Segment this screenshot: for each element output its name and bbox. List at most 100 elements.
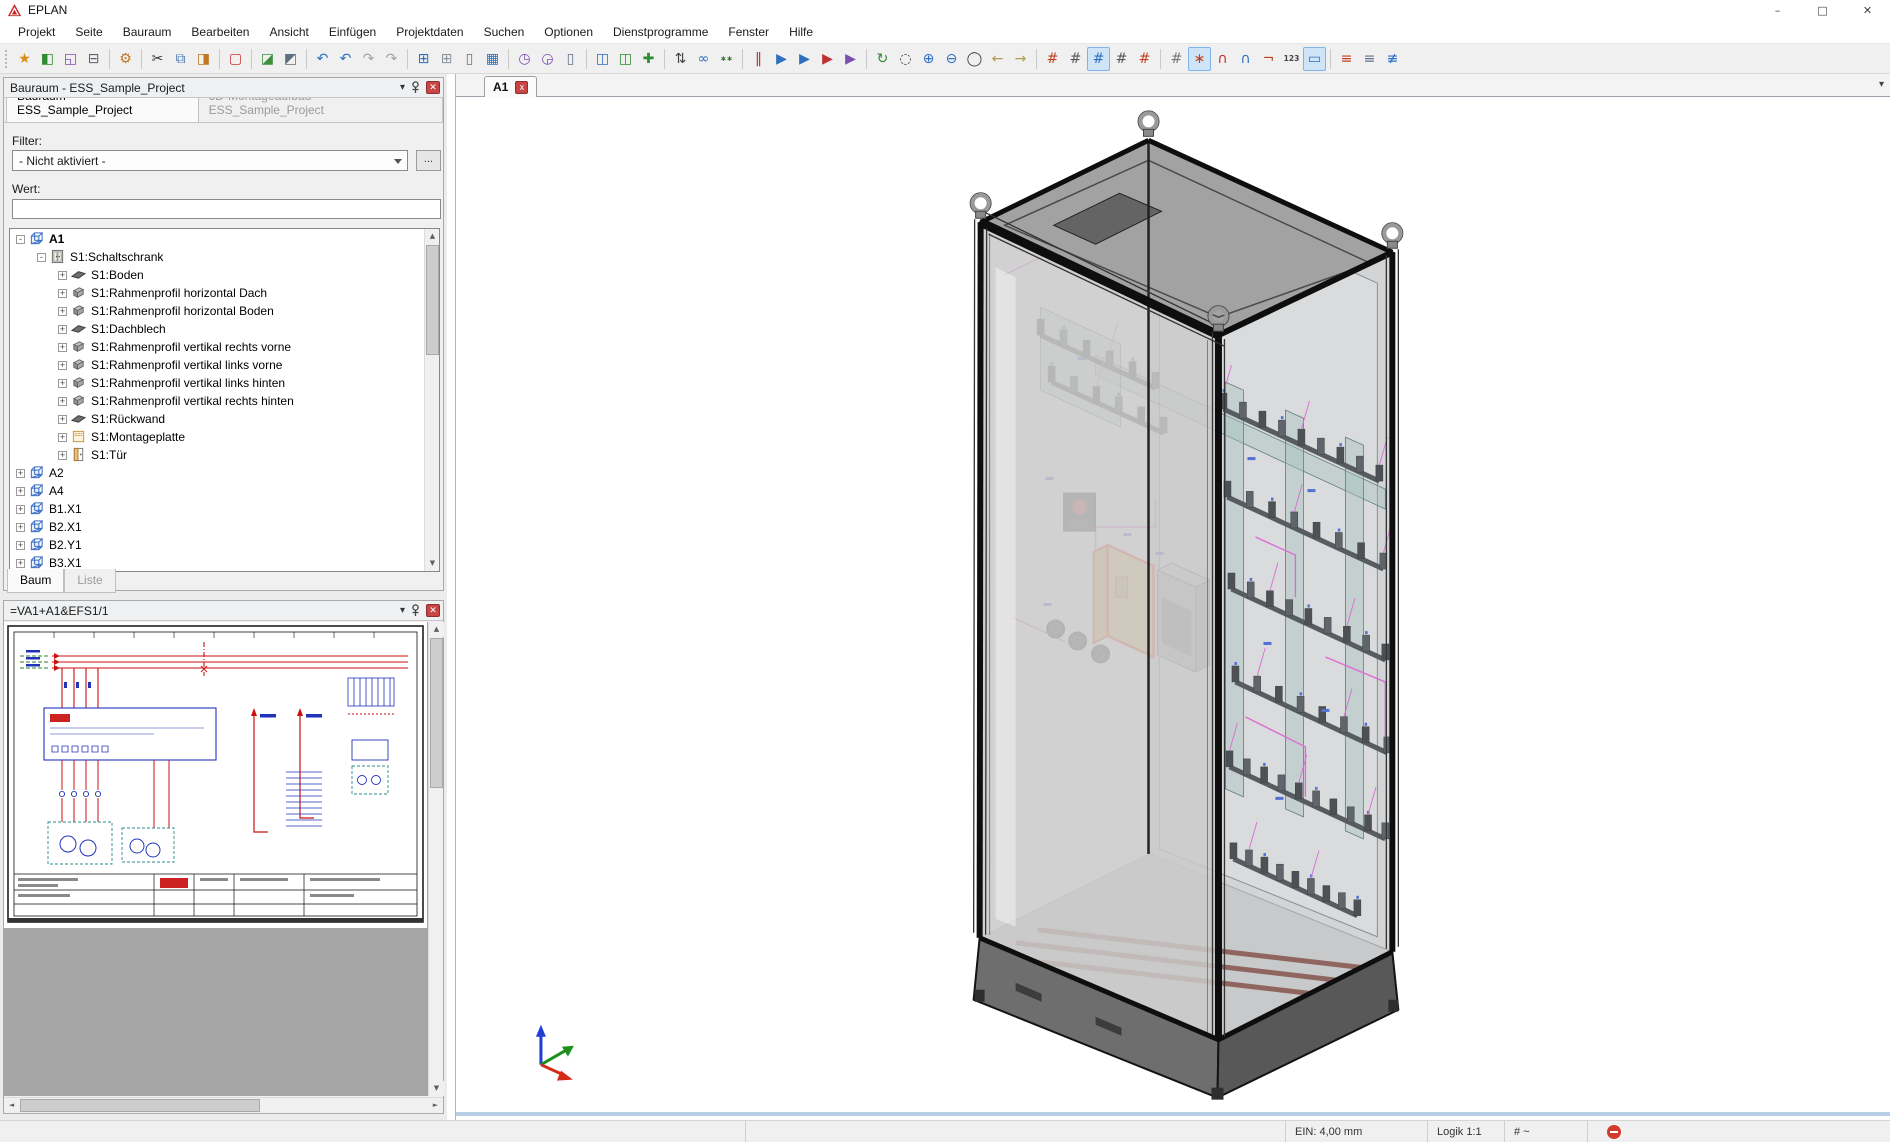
menu-bearbeiten[interactable]: Bearbeiten: [181, 22, 259, 43]
open-project-icon[interactable]: ◧: [36, 47, 59, 71]
preview-hscrollbar-thumb[interactable]: [20, 1099, 260, 1112]
menu-fenster[interactable]: Fenster: [718, 22, 779, 43]
tree-item-a4[interactable]: +A4: [10, 482, 439, 500]
tree-item-s1-rahmenprofil-vertikal-links-hinten[interactable]: +S1:Rahmenprofil vertikal links hinten: [10, 374, 439, 392]
wrench-settings-icon[interactable]: ⚙: [114, 47, 137, 71]
design-mode-icon[interactable]: ¬: [1257, 47, 1280, 71]
marquee-select-icon[interactable]: ▢: [224, 47, 247, 71]
grid-table-icon[interactable]: ▦: [481, 47, 504, 71]
menu-dienstprogramme[interactable]: Dienstprogramme: [603, 22, 718, 43]
tree-item-s1-dachblech[interactable]: +S1:Dachblech: [10, 320, 439, 338]
scroll-down-icon[interactable]: ▼: [429, 1081, 444, 1096]
expand-icon[interactable]: +: [58, 325, 67, 334]
scroll-up-icon[interactable]: ▲: [425, 229, 440, 244]
panel-close-icon[interactable]: ✕: [426, 604, 440, 617]
menu-einfügen[interactable]: Einfügen: [319, 22, 386, 43]
collapse-icon[interactable]: -: [37, 253, 46, 262]
tree-item-s1-rahmenprofil-horizontal-boden[interactable]: +S1:Rahmenprofil horizontal Boden: [10, 302, 439, 320]
magnet-off-icon[interactable]: ∩: [1234, 47, 1257, 71]
check-project-icon[interactable]: ‖: [747, 47, 770, 71]
layer-red-icon[interactable]: ≡: [1335, 47, 1358, 71]
grid-size-c-icon[interactable]: #: [1087, 47, 1110, 71]
menu-projekt[interactable]: Projekt: [8, 22, 65, 43]
minimize-button[interactable]: –: [1755, 0, 1800, 22]
panel-menu-dropdown-icon[interactable]: ▾: [400, 605, 405, 616]
sync-selection-icon[interactable]: ∗∗: [715, 47, 738, 71]
expand-icon[interactable]: +: [58, 433, 67, 442]
new-page-icon[interactable]: ▯: [458, 47, 481, 71]
preview-vscrollbar[interactable]: ▲ ▼: [428, 622, 443, 1096]
tree-item-s1-rahmenprofil-horizontal-dach[interactable]: +S1:Rahmenprofil horizontal Dach: [10, 284, 439, 302]
tab-list-dropdown-icon[interactable]: ▾: [1879, 79, 1884, 90]
copy-icon[interactable]: ⧉: [169, 47, 192, 71]
table-icon[interactable]: ⊞: [435, 47, 458, 71]
expand-icon[interactable]: +: [58, 415, 67, 424]
workbook-icon[interactable]: ◫: [591, 47, 614, 71]
zoom-in-icon[interactable]: ⊕: [917, 47, 940, 71]
tab-a1[interactable]: A1 x: [484, 76, 537, 97]
filter-combobox[interactable]: - Nicht aktiviert -: [12, 150, 408, 171]
close-button[interactable]: ✕: [1845, 0, 1890, 22]
tree-item-s1-boden[interactable]: +S1:Boden: [10, 266, 439, 284]
grid-size-a-icon[interactable]: #: [1041, 47, 1064, 71]
value-display-icon[interactable]: 123: [1280, 47, 1303, 71]
menu-suchen[interactable]: Suchen: [474, 22, 535, 43]
navigate-jump-icon[interactable]: ▶: [839, 47, 862, 71]
format-paint-icon[interactable]: ◪: [256, 47, 279, 71]
preview-panel-header[interactable]: =VA1+A1&EFS1/1 ▾ ✕: [4, 601, 443, 621]
refresh-view-icon[interactable]: ↻: [871, 47, 894, 71]
scroll-down-icon[interactable]: ▼: [425, 556, 440, 571]
print-icon[interactable]: ⊟: [82, 47, 105, 71]
navigate-device-icon[interactable]: ▶: [816, 47, 839, 71]
tree-scrollbar-thumb[interactable]: [426, 245, 439, 355]
navigate-first-icon[interactable]: ▶: [770, 47, 793, 71]
zoom-out-icon[interactable]: ⊖: [940, 47, 963, 71]
view-next-icon[interactable]: →: [1009, 47, 1032, 71]
grid-size-b-icon[interactable]: #: [1064, 47, 1087, 71]
redo-history-icon[interactable]: ↷: [380, 47, 403, 71]
view-previous-icon[interactable]: ←: [986, 47, 1009, 71]
panel-menu-dropdown-icon[interactable]: ▾: [400, 82, 405, 93]
tree-item-s1-schaltschrank[interactable]: -S1:Schaltschrank: [10, 248, 439, 266]
tree-scrollbar[interactable]: ▲ ▼: [424, 229, 439, 571]
undo-icon[interactable]: ↶: [311, 47, 334, 71]
coordinate-input-icon[interactable]: ▭: [1303, 47, 1326, 71]
cut-icon[interactable]: ✂: [146, 47, 169, 71]
renumber-devices-icon[interactable]: ⇅: [669, 47, 692, 71]
expand-icon[interactable]: +: [58, 361, 67, 370]
zoom-window-icon[interactable]: ◌: [894, 47, 917, 71]
expand-icon[interactable]: +: [16, 487, 25, 496]
menu-ansicht[interactable]: Ansicht: [259, 22, 318, 43]
expand-icon[interactable]: +: [58, 343, 67, 352]
tree-item-b2-x1[interactable]: +B2.X1: [10, 518, 439, 536]
undo-history-icon[interactable]: ↶: [334, 47, 357, 71]
expand-icon[interactable]: +: [58, 451, 67, 460]
expand-icon[interactable]: +: [16, 559, 25, 568]
collapse-icon[interactable]: -: [16, 235, 25, 244]
maximize-button[interactable]: □: [1800, 0, 1845, 22]
new-icon[interactable]: ★: [13, 47, 36, 71]
tree-item-s1-rahmenprofil-vertikal-rechts-vorne[interactable]: +S1:Rahmenprofil vertikal rechts vorne: [10, 338, 439, 356]
pin-icon[interactable]: [410, 604, 421, 617]
menu-optionen[interactable]: Optionen: [534, 22, 603, 43]
graphic-preview-icon[interactable]: ◫: [614, 47, 637, 71]
redo-icon[interactable]: ↷: [357, 47, 380, 71]
search-icon[interactable]: ∞: [692, 47, 715, 71]
expand-icon[interactable]: +: [16, 523, 25, 532]
expand-icon[interactable]: +: [58, 397, 67, 406]
tree-item-s1-rahmenprofil-vertikal-rechts-hinten[interactable]: +S1:Rahmenprofil vertikal rechts hinten: [10, 392, 439, 410]
tree-item-s1-r-ckwand[interactable]: +S1:Rückwand: [10, 410, 439, 428]
schematic-preview-image[interactable]: [4, 622, 427, 928]
scroll-right-icon[interactable]: ►: [428, 1098, 443, 1113]
expand-icon[interactable]: +: [58, 271, 67, 280]
expand-icon[interactable]: +: [58, 289, 67, 298]
scroll-left-icon[interactable]: ◄: [4, 1098, 19, 1113]
page-symbol-icon[interactable]: ◶: [536, 47, 559, 71]
layer-blue-icon[interactable]: ≢: [1381, 47, 1404, 71]
tab-baum[interactable]: Baum: [7, 569, 64, 593]
page-macro-icon[interactable]: ◷: [513, 47, 536, 71]
tab-liste[interactable]: Liste: [64, 569, 115, 593]
preview-vscrollbar-thumb[interactable]: [430, 638, 443, 788]
grid-toggle-icon[interactable]: #: [1165, 47, 1188, 71]
expand-icon[interactable]: +: [58, 379, 67, 388]
